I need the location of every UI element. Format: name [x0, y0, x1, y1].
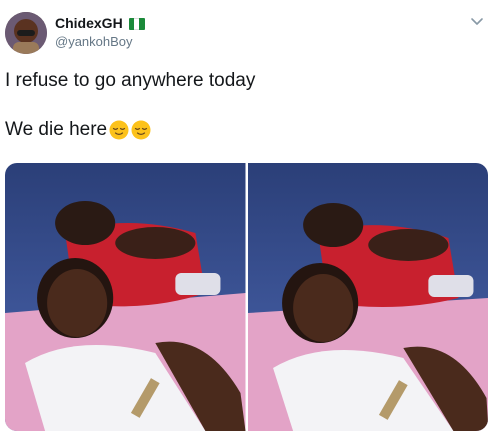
nigeria-flag-icon — [128, 17, 145, 30]
user-avatar[interactable] — [5, 12, 47, 54]
chevron-down-icon[interactable] — [470, 14, 484, 28]
tweet-text-line-2-row: We die here — [5, 118, 151, 142]
display-name-row[interactable]: ChidexGH — [55, 15, 145, 32]
photo-2-image — [247, 163, 488, 431]
display-name[interactable]: ChidexGH — [55, 15, 123, 32]
tweet-media-grid — [5, 163, 488, 431]
avatar-photo — [5, 12, 47, 54]
tweet-text-line-2: We die here — [5, 119, 108, 140]
tweet-photo-2[interactable] — [247, 163, 488, 431]
relieved-face-emoji-icon — [109, 120, 129, 140]
photo-1-image — [5, 163, 246, 431]
tweet-text-line-1: I refuse to go anywhere today — [5, 70, 256, 91]
user-name-block: ChidexGH @yankohBoy — [55, 15, 145, 50]
relieved-face-emoji-icon — [131, 120, 151, 140]
tweet-card[interactable]: ChidexGH @yankohBoy I refuse to go anywh… — [0, 0, 494, 433]
user-handle[interactable]: @yankohBoy — [55, 33, 145, 50]
tweet-photo-1[interactable] — [5, 163, 246, 431]
